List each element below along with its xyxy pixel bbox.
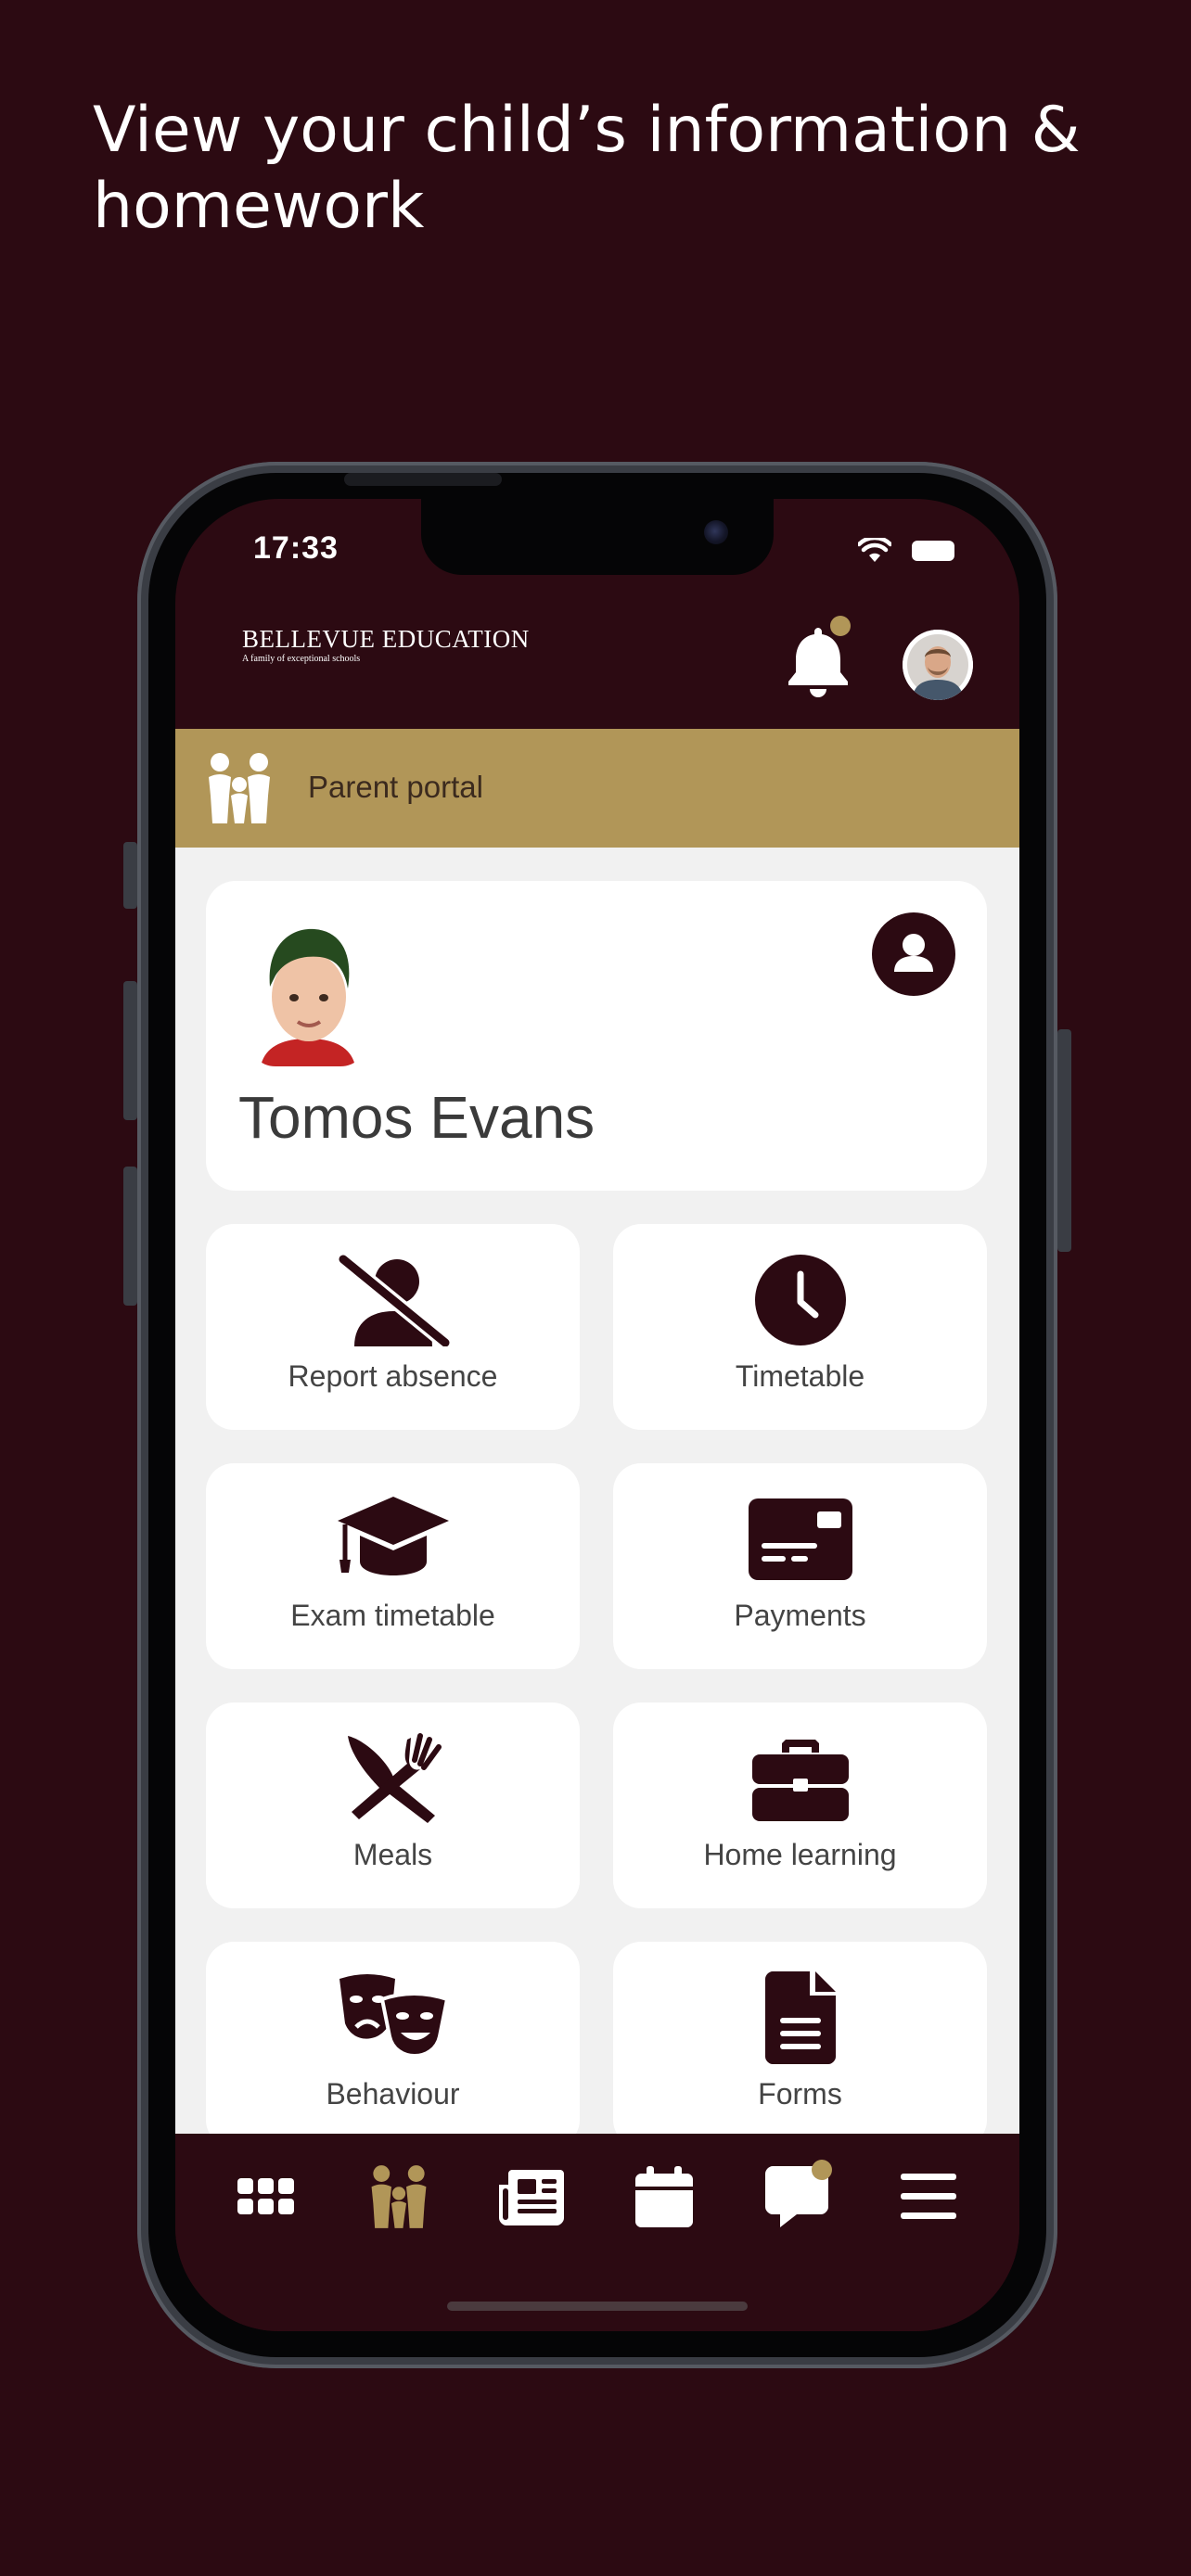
graduation-cap-icon (337, 1497, 449, 1575)
utensils-icon (347, 1733, 442, 1823)
home-learning-tile[interactable]: Home learning (613, 1702, 987, 1908)
power-button (1057, 1029, 1071, 1252)
action-button (123, 842, 137, 909)
meals-tile[interactable]: Meals (206, 1702, 580, 1908)
child-photo (248, 918, 368, 1066)
status-icons (858, 538, 954, 564)
grid-icon (237, 2178, 294, 2214)
user-circle-icon (894, 934, 933, 972)
earpiece (344, 473, 502, 486)
tab-parent-portal[interactable] (362, 2160, 436, 2234)
tile-label: Forms (758, 2077, 842, 2111)
tile-label: Timetable (735, 1359, 865, 1393)
wifi-icon (858, 538, 891, 562)
child-card[interactable]: Tomos Evans (206, 881, 987, 1191)
tab-calendar[interactable] (627, 2160, 701, 2234)
headline: View your child’s information & homework (93, 94, 1081, 243)
bottom-tab-bar (175, 2134, 1019, 2331)
front-camera (704, 520, 728, 544)
school-logo[interactable]: BELLEVUE EDUCATION A family of exception… (242, 626, 530, 665)
user-slash-icon (335, 1254, 451, 1346)
status-time: 17:33 (253, 530, 339, 566)
volume-up-button (123, 981, 137, 1120)
tile-label: Behaviour (326, 2077, 460, 2111)
payments-tile[interactable]: Payments (613, 1463, 987, 1669)
family-icon (209, 753, 270, 823)
messages-notification-dot (812, 2160, 832, 2180)
tab-news[interactable] (494, 2160, 569, 2234)
battery-icon (912, 541, 954, 561)
credit-card-icon (748, 1498, 852, 1580)
logo-tagline: A family of exceptional schools (242, 654, 361, 664)
report-absence-tile[interactable]: Report absence (206, 1224, 580, 1430)
masks-icon (339, 1974, 449, 2058)
behaviour-tile[interactable]: Behaviour (206, 1942, 580, 2134)
phone-screen: 17:33 BELLEVUE EDUCATION A family of exc… (175, 499, 1019, 2331)
avatar[interactable] (903, 630, 973, 700)
notch (421, 499, 774, 575)
volume-down-button (123, 1167, 137, 1306)
tile-label: Report absence (288, 1359, 498, 1393)
briefcase-icon (751, 1740, 849, 1821)
notification-dot (830, 616, 851, 636)
tab-menu[interactable] (891, 2160, 966, 2234)
parent-portal-label: Parent portal (308, 770, 483, 804)
calendar-icon (635, 2166, 693, 2227)
exam-timetable-tile[interactable]: Exam timetable (206, 1463, 580, 1669)
parent-portal-bar[interactable]: Parent portal (175, 729, 1019, 848)
tab-grid[interactable] (229, 2160, 303, 2234)
child-name: Tomos Evans (238, 1084, 596, 1151)
timetable-tile[interactable]: Timetable (613, 1224, 987, 1430)
family-icon (371, 2165, 427, 2228)
clock-icon (754, 1255, 846, 1345)
tile-label: Exam timetable (290, 1599, 495, 1632)
avatar-photo (903, 630, 973, 700)
forms-tile[interactable]: Forms (613, 1942, 987, 2134)
newspaper-icon (499, 2170, 564, 2225)
profile-button[interactable] (872, 912, 955, 996)
tab-messages[interactable] (760, 2160, 834, 2234)
tile-label: Home learning (703, 1838, 897, 1871)
logo-title: BELLEVUE EDUCATION (242, 625, 530, 653)
main-content: Tomos Evans Report absence Timetable Exa… (175, 848, 1019, 2134)
menu-icon (901, 2174, 956, 2219)
document-icon (764, 1971, 836, 2064)
tile-label: Meals (352, 1838, 433, 1871)
tile-label: Payments (734, 1599, 866, 1632)
home-indicator[interactable] (447, 2302, 748, 2311)
